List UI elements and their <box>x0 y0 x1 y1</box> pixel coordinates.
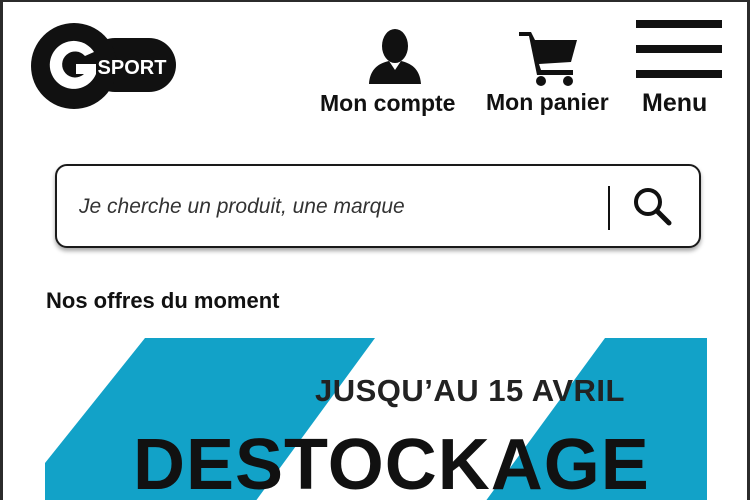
menu-label: Menu <box>642 89 708 117</box>
search-button[interactable] <box>629 184 679 230</box>
search-divider <box>608 186 610 230</box>
account-link[interactable]: Mon compte <box>315 24 465 122</box>
banner-date: JUSQU’AU 15 AVRIL <box>315 373 625 408</box>
search-icon <box>634 188 672 226</box>
cart-icon <box>519 32 577 86</box>
menu-button[interactable]: Menu <box>633 18 725 122</box>
banner-headline: DESTOCKAGE <box>133 425 650 500</box>
account-label: Mon compte <box>320 90 456 116</box>
cart-label: Mon panier <box>486 89 609 115</box>
page: SPORT Mon compte Mon panier Menu Je cher… <box>0 0 750 500</box>
search-input[interactable] <box>79 190 579 224</box>
search-bar <box>55 164 701 248</box>
destockage-banner[interactable]: JUSQU’AU 15 AVRIL DESTOCKAGE <box>45 338 707 500</box>
cart-link[interactable]: Mon panier <box>483 24 617 122</box>
go-sport-logo[interactable]: SPORT <box>30 22 180 110</box>
hamburger-icon <box>636 20 722 78</box>
user-icon <box>369 29 421 84</box>
logo-text: SPORT <box>98 57 167 79</box>
offers-title: Nos offres du moment <box>46 288 280 313</box>
